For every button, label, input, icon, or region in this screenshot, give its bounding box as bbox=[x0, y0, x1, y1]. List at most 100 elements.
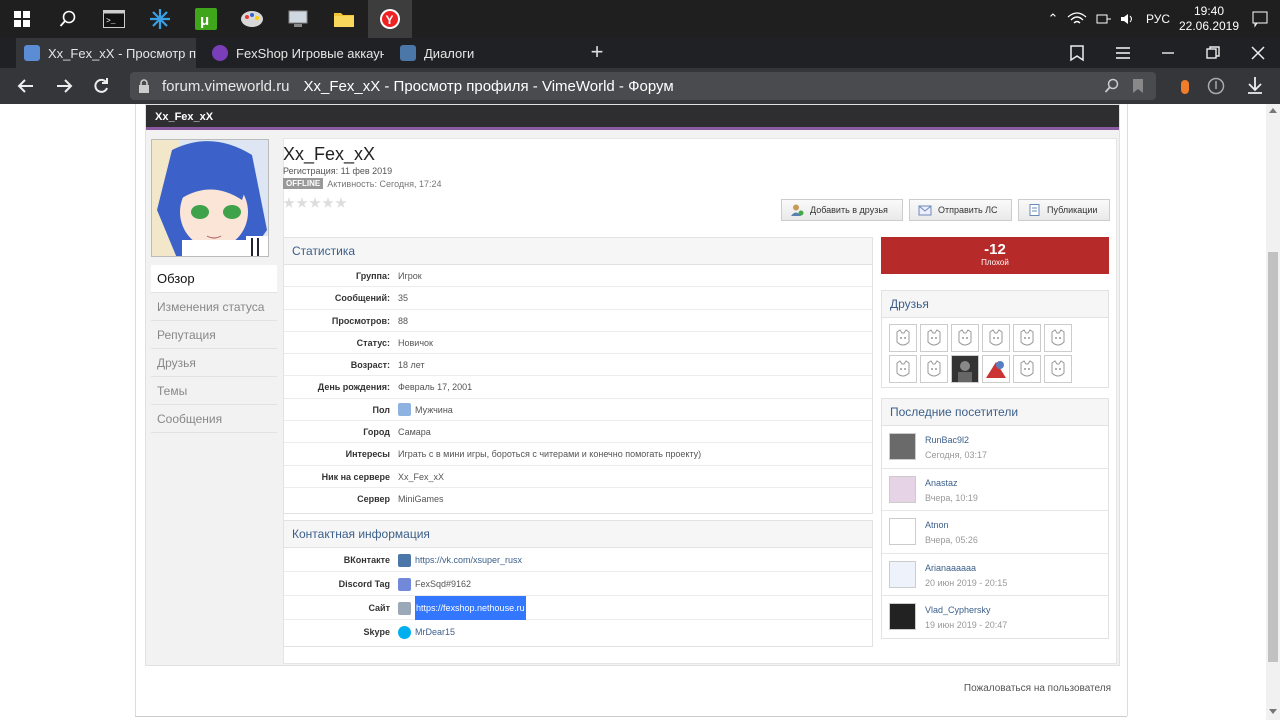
report-user-link[interactable]: Пожаловаться на пользователя bbox=[964, 683, 1111, 694]
clock[interactable]: 19:40 22.06.2019 bbox=[1178, 4, 1240, 34]
star-icon[interactable] bbox=[283, 197, 295, 208]
friend-avatar[interactable] bbox=[920, 324, 948, 352]
bookmark-icon[interactable] bbox=[1132, 78, 1144, 94]
bookmarks-icon[interactable] bbox=[1068, 44, 1086, 62]
contact-value[interactable]: https://vk.com/xsuper_rusx bbox=[398, 548, 522, 572]
contact-value[interactable]: MrDear15 bbox=[398, 620, 455, 644]
menu-icon[interactable] bbox=[1114, 45, 1132, 61]
restore-icon[interactable] bbox=[1205, 45, 1221, 61]
reputation-box[interactable]: -12 Плохой bbox=[881, 237, 1109, 274]
taskbar-yandex-browser[interactable]: Y bbox=[368, 0, 412, 38]
tab-fexshop[interactable]: FexShop Игровые аккаунт bbox=[204, 38, 384, 68]
address-toolbar: forum.vimeworld.ru Xx_Fex_xX - Просмотр … bbox=[0, 68, 1280, 104]
taskbar-utorrent[interactable]: μ bbox=[184, 0, 228, 38]
svg-text:μ: μ bbox=[200, 12, 209, 29]
discord-tag[interactable]: FexSqd#9162 bbox=[415, 572, 471, 596]
friend-avatar[interactable] bbox=[1044, 355, 1072, 383]
power-plug-icon[interactable] bbox=[1093, 11, 1113, 27]
new-tab-button[interactable]: + bbox=[586, 40, 608, 66]
stat-label: Просмотров: bbox=[331, 315, 390, 326]
rating-stars[interactable] bbox=[283, 197, 347, 209]
vk-link[interactable]: https://vk.com/xsuper_rusx bbox=[415, 548, 522, 572]
star-icon[interactable] bbox=[309, 197, 321, 208]
visitor-avatar[interactable] bbox=[889, 433, 916, 460]
address-bar[interactable]: forum.vimeworld.ru Xx_Fex_xX - Просмотр … bbox=[130, 72, 1156, 100]
visitor-name[interactable]: Anastaz bbox=[925, 478, 958, 488]
start-button[interactable] bbox=[0, 0, 44, 38]
add-friend-button[interactable]: Добавить в друзья bbox=[781, 199, 903, 221]
scrollbar-thumb[interactable] bbox=[1268, 252, 1278, 662]
visitor-name[interactable]: Vlad_Cyphersky bbox=[925, 605, 991, 615]
friend-avatar[interactable] bbox=[1013, 355, 1041, 383]
scroll-up-icon[interactable] bbox=[1269, 108, 1277, 113]
volume-icon[interactable] bbox=[1119, 11, 1137, 27]
tab-dialogs[interactable]: Диалоги bbox=[392, 38, 572, 68]
download-icon[interactable] bbox=[1246, 76, 1264, 94]
taskbar-file-explorer[interactable] bbox=[322, 0, 366, 38]
visitor-name[interactable]: RunBac9l2 bbox=[925, 435, 969, 445]
skype-name[interactable]: MrDear15 bbox=[415, 620, 455, 644]
visitor-item[interactable]: Atnon Вчера, 05:26 bbox=[882, 511, 1108, 554]
sidenav-topics[interactable]: Темы bbox=[151, 377, 277, 405]
friend-avatar[interactable] bbox=[951, 355, 979, 383]
sidenav-reputation[interactable]: Репутация bbox=[151, 321, 277, 349]
visitor-avatar[interactable] bbox=[889, 518, 916, 546]
visitor-avatar[interactable] bbox=[889, 603, 916, 631]
stat-label: Сервер bbox=[357, 493, 390, 504]
friend-avatar[interactable] bbox=[889, 355, 917, 383]
protect-icon[interactable] bbox=[1207, 77, 1225, 95]
website-link[interactable]: https://fexshop.nethouse.ru bbox=[415, 596, 526, 620]
tab-profile[interactable]: Xx_Fex_xX - Просмотр п bbox=[16, 38, 196, 68]
search-button[interactable] bbox=[46, 0, 90, 38]
lock-icon[interactable] bbox=[138, 79, 150, 93]
page-scrollbar[interactable] bbox=[1266, 104, 1280, 720]
friend-avatar[interactable] bbox=[1013, 324, 1041, 352]
close-window-icon[interactable] bbox=[1250, 45, 1266, 61]
star-icon[interactable] bbox=[322, 197, 334, 208]
friend-avatar[interactable] bbox=[889, 324, 917, 352]
visitor-item[interactable]: Arianaaaaaa 20 июн 2019 - 20:15 bbox=[882, 554, 1108, 597]
language-indicator[interactable]: РУС bbox=[1146, 12, 1170, 26]
visitor-name[interactable]: Atnon bbox=[925, 520, 949, 530]
friend-avatar[interactable] bbox=[982, 324, 1010, 352]
visitor-avatar[interactable] bbox=[889, 560, 916, 588]
star-icon[interactable] bbox=[296, 197, 308, 208]
publications-button[interactable]: Публикации bbox=[1018, 199, 1110, 221]
sidenav-messages[interactable]: Сообщения bbox=[151, 405, 277, 433]
contact-value[interactable]: https://fexshop.nethouse.ru bbox=[398, 596, 526, 620]
taskbar-app-snowflake[interactable] bbox=[138, 0, 182, 38]
notifications-icon[interactable] bbox=[1240, 10, 1280, 28]
back-arrow-icon[interactable] bbox=[14, 74, 38, 98]
activity-line: OFFLINE Активность: Сегодня, 17:24 bbox=[283, 178, 442, 189]
contact-value[interactable]: FexSqd#9162 bbox=[398, 572, 471, 596]
visitor-avatar[interactable] bbox=[889, 475, 916, 503]
visitor-name[interactable]: Arianaaaaaa bbox=[925, 563, 976, 573]
scroll-down-icon[interactable] bbox=[1269, 709, 1277, 714]
dialogs-favicon-icon bbox=[400, 45, 416, 61]
search-page-icon[interactable] bbox=[1104, 78, 1120, 94]
friend-avatar[interactable] bbox=[920, 355, 948, 383]
wifi-icon[interactable] bbox=[1066, 11, 1088, 27]
taskbar-app-paint[interactable] bbox=[230, 0, 274, 38]
stat-row: Пол Мужчина bbox=[284, 399, 872, 422]
reload-icon[interactable] bbox=[89, 74, 113, 98]
sidenav-overview[interactable]: Обзор bbox=[151, 265, 277, 293]
chevron-up-icon[interactable]: ⌃ bbox=[1042, 11, 1064, 27]
sidenav-status-changes[interactable]: Изменения статуса bbox=[151, 293, 277, 321]
fexshop-favicon-icon bbox=[212, 45, 228, 61]
profile-avatar[interactable] bbox=[151, 139, 269, 257]
taskbar-terminal[interactable]: >_ bbox=[92, 0, 136, 38]
visitor-item[interactable]: Vlad_Cyphersky 19 июн 2019 - 20:47 bbox=[882, 596, 1108, 639]
friend-avatar[interactable] bbox=[951, 324, 979, 352]
forward-arrow-icon[interactable] bbox=[52, 74, 76, 98]
sidenav-friends[interactable]: Друзья bbox=[151, 349, 277, 377]
send-pm-button[interactable]: Отправить ЛС bbox=[909, 199, 1012, 221]
extension-icon[interactable] bbox=[1178, 78, 1192, 96]
friend-avatar[interactable] bbox=[1044, 324, 1072, 352]
star-icon[interactable] bbox=[335, 197, 347, 208]
minimize-icon[interactable] bbox=[1160, 45, 1176, 61]
visitor-item[interactable]: Anastaz Вчера, 10:19 bbox=[882, 469, 1108, 512]
visitor-item[interactable]: RunBac9l2 Сегодня, 03:17 bbox=[882, 426, 1108, 469]
taskbar-app-network[interactable] bbox=[276, 0, 320, 38]
friend-avatar[interactable] bbox=[982, 355, 1010, 383]
